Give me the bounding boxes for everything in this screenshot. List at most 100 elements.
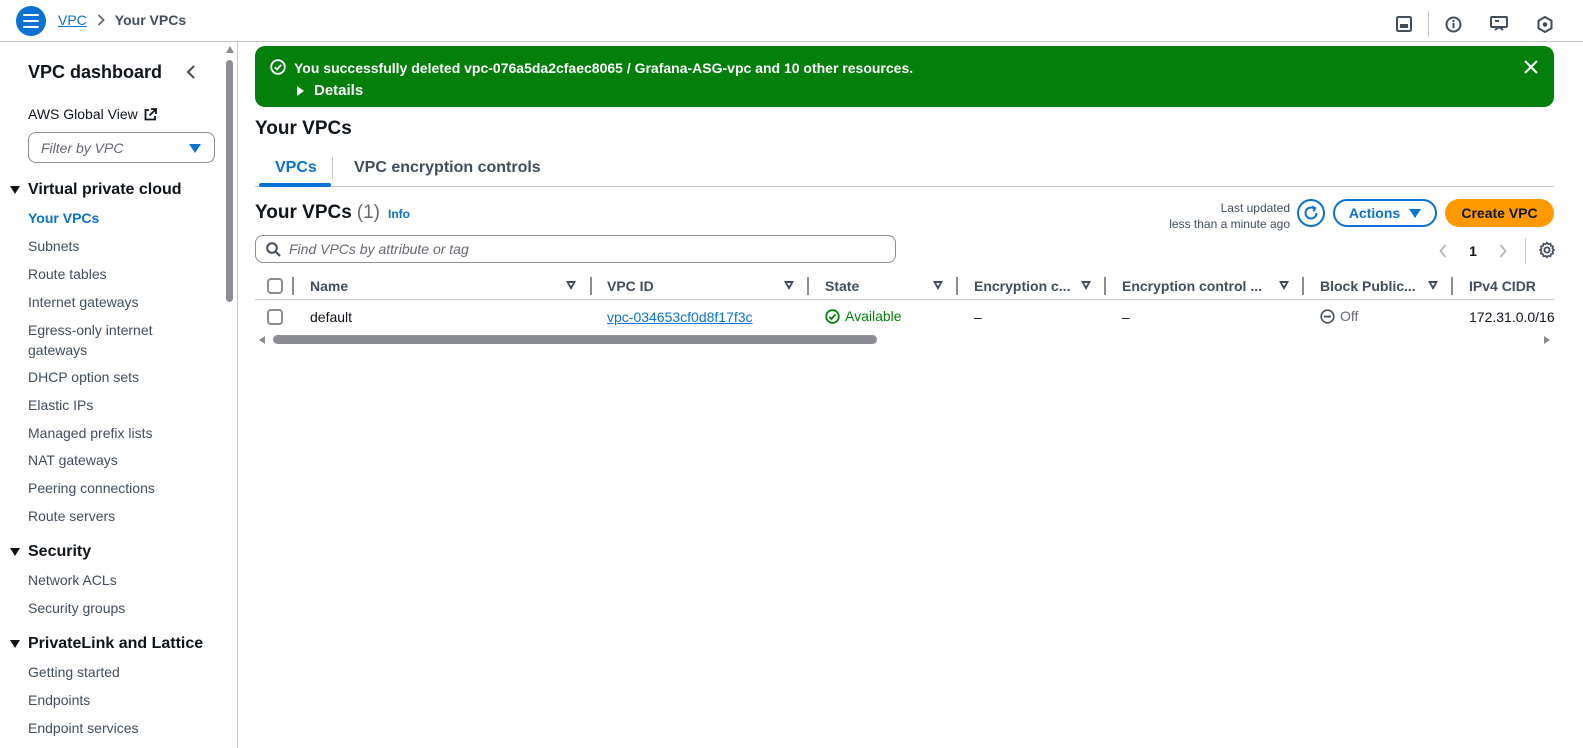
active-tab-indicator (259, 183, 331, 187)
flash-message: You successfully deleted vpc-076a5da2cfa… (294, 60, 914, 76)
column-resizer[interactable] (956, 277, 958, 295)
vpc-search-field[interactable] (255, 235, 896, 263)
table-count: (1) (356, 202, 381, 223)
details-label: Details (314, 82, 364, 99)
column-header-encryption-c[interactable]: Encryption c... (974, 272, 1070, 300)
previous-page-icon[interactable] (1435, 241, 1451, 261)
flash-details-expander[interactable]: Details (297, 82, 363, 99)
sidebar-item-endpoints[interactable]: Endpoints (28, 690, 208, 710)
cell-ipv4-cidr: 172.31.0.0/16 (1469, 309, 1554, 325)
table-settings-gear-icon[interactable] (1538, 241, 1558, 261)
table-row[interactable]: default vpc-034653cf0d8f17f3c Available … (255, 301, 1554, 334)
next-page-icon[interactable] (1495, 241, 1511, 261)
sidebar-item-route-tables[interactable]: Route tables (28, 264, 208, 284)
breadcrumb-current: Your VPCs (114, 12, 187, 28)
section-title: Virtual private cloud (28, 181, 182, 198)
sidebar-title[interactable]: VPC dashboard (28, 62, 162, 83)
sort-icon[interactable] (1279, 281, 1289, 290)
page-number[interactable]: 1 (1461, 243, 1485, 259)
block-public-label: Off (1340, 308, 1359, 324)
column-header-encryption-control[interactable]: Encryption control ... (1122, 272, 1262, 300)
sidebar-item-security-groups[interactable]: Security groups (28, 598, 208, 618)
scroll-left-arrow-icon[interactable] (259, 336, 265, 344)
tab-vpc-encryption-controls[interactable]: VPC encryption controls (354, 159, 541, 177)
sidebar-item-nat-gateways[interactable]: NAT gateways (28, 450, 208, 470)
section-security[interactable]: Security (10, 543, 91, 561)
cell-block-public: Off (1320, 308, 1358, 324)
column-header-state[interactable]: State (825, 272, 859, 300)
actions-label: Actions (1348, 205, 1401, 221)
sidebar-item-elastic-ips[interactable]: Elastic IPs (28, 395, 208, 415)
horizontal-scroll-thumb[interactable] (273, 335, 877, 344)
column-header-vpc-id[interactable]: VPC ID (607, 272, 654, 300)
info-link[interactable]: Info (388, 207, 410, 221)
divider (1428, 11, 1429, 37)
scroll-right-arrow-icon[interactable] (1544, 336, 1550, 344)
sidebar-item-getting-started[interactable]: Getting started (28, 662, 208, 682)
sidebar-item-your-vpcs[interactable]: Your VPCs (28, 208, 208, 228)
panel-toggle-icon[interactable] (1394, 14, 1414, 34)
search-icon (266, 241, 281, 257)
search-input[interactable] (289, 241, 869, 257)
refresh-button[interactable] (1297, 199, 1325, 227)
sidebar-item-peering-connections[interactable]: Peering connections (28, 478, 208, 498)
hexagon-settings-icon[interactable] (1535, 14, 1555, 34)
sidebar-item-network-acls[interactable]: Network ACLs (28, 570, 208, 590)
collapse-sidebar-icon[interactable] (186, 64, 200, 80)
success-flash-banner: You successfully deleted vpc-076a5da2cfa… (255, 46, 1554, 107)
sidebar-item-dhcp-option-sets[interactable]: DHCP option sets (28, 367, 208, 387)
column-resizer[interactable] (292, 277, 294, 295)
row-select-checkbox[interactable] (267, 309, 283, 325)
section-privatelink-and-lattice[interactable]: PrivateLink and Lattice (10, 635, 203, 653)
main-content: You successfully deleted vpc-076a5da2cfa… (239, 42, 1583, 748)
top-utility-icons (1394, 11, 1555, 37)
table-title: Your VPCs (255, 202, 352, 223)
side-navigation: VPC dashboard AWS Global View Filter by … (0, 42, 238, 748)
divider (332, 157, 333, 179)
scroll-up-arrow-icon[interactable] (226, 46, 234, 53)
sidebar-item-internet-gateways[interactable]: Internet gateways (28, 292, 208, 312)
menu-icon (23, 14, 39, 28)
caret-down-icon (10, 548, 20, 556)
column-resizer[interactable] (807, 277, 809, 295)
tab-vpcs[interactable]: VPCs (275, 159, 317, 177)
sidebar-item-egress-only-internet-gateways[interactable]: Egress-only internet gateways (28, 320, 178, 360)
table-horizontal-scrollbar[interactable] (255, 334, 1554, 346)
cell-name: default (310, 309, 353, 325)
sort-icon[interactable] (933, 281, 943, 290)
sidebar-item-managed-prefix-lists[interactable]: Managed prefix lists (28, 423, 208, 443)
divider (1525, 238, 1526, 264)
actions-dropdown-button[interactable]: Actions (1333, 199, 1437, 227)
breadcrumb-vpc-link[interactable]: VPC (58, 12, 87, 28)
column-resizer[interactable] (590, 277, 592, 295)
column-resizer[interactable] (1302, 277, 1304, 295)
section-title: PrivateLink and Lattice (28, 635, 204, 652)
sidebar-item-subnets[interactable]: Subnets (28, 236, 208, 256)
sort-icon[interactable] (784, 281, 794, 290)
column-header-name[interactable]: Name (310, 272, 348, 300)
column-header-ipv4-cidr[interactable]: IPv4 CIDR (1469, 272, 1536, 300)
aws-global-view-link[interactable]: AWS Global View (28, 106, 157, 122)
sidebar-item-endpoint-services[interactable]: Endpoint services (28, 718, 208, 738)
sidebar-scrollbar[interactable] (226, 60, 233, 302)
refresh-icon (1304, 205, 1318, 220)
sidebar-item-route-servers[interactable]: Route servers (28, 506, 208, 526)
info-icon[interactable] (1443, 14, 1463, 34)
vpc-id-link[interactable]: vpc-034653cf0d8f17f3c (607, 309, 753, 325)
feedback-icon[interactable] (1489, 14, 1509, 34)
select-all-checkbox[interactable] (267, 278, 283, 294)
sort-icon[interactable] (1081, 281, 1091, 290)
sort-icon[interactable] (1428, 281, 1438, 290)
chevron-right-icon (97, 14, 105, 26)
caret-down-icon (1409, 208, 1422, 218)
column-resizer[interactable] (1451, 277, 1453, 295)
column-header-block-public[interactable]: Block Public... (1320, 272, 1416, 300)
filter-by-vpc-select[interactable]: Filter by VPC (28, 132, 215, 163)
close-icon[interactable] (1524, 60, 1538, 74)
section-virtual-private-cloud[interactable]: Virtual private cloud (10, 181, 182, 199)
sort-icon[interactable] (566, 281, 576, 290)
hamburger-menu-button[interactable] (16, 6, 46, 36)
create-vpc-button[interactable]: Create VPC (1445, 199, 1554, 227)
table-header-row: Name VPC ID State Encryption c... Encryp… (255, 272, 1554, 300)
column-resizer[interactable] (1104, 277, 1106, 295)
